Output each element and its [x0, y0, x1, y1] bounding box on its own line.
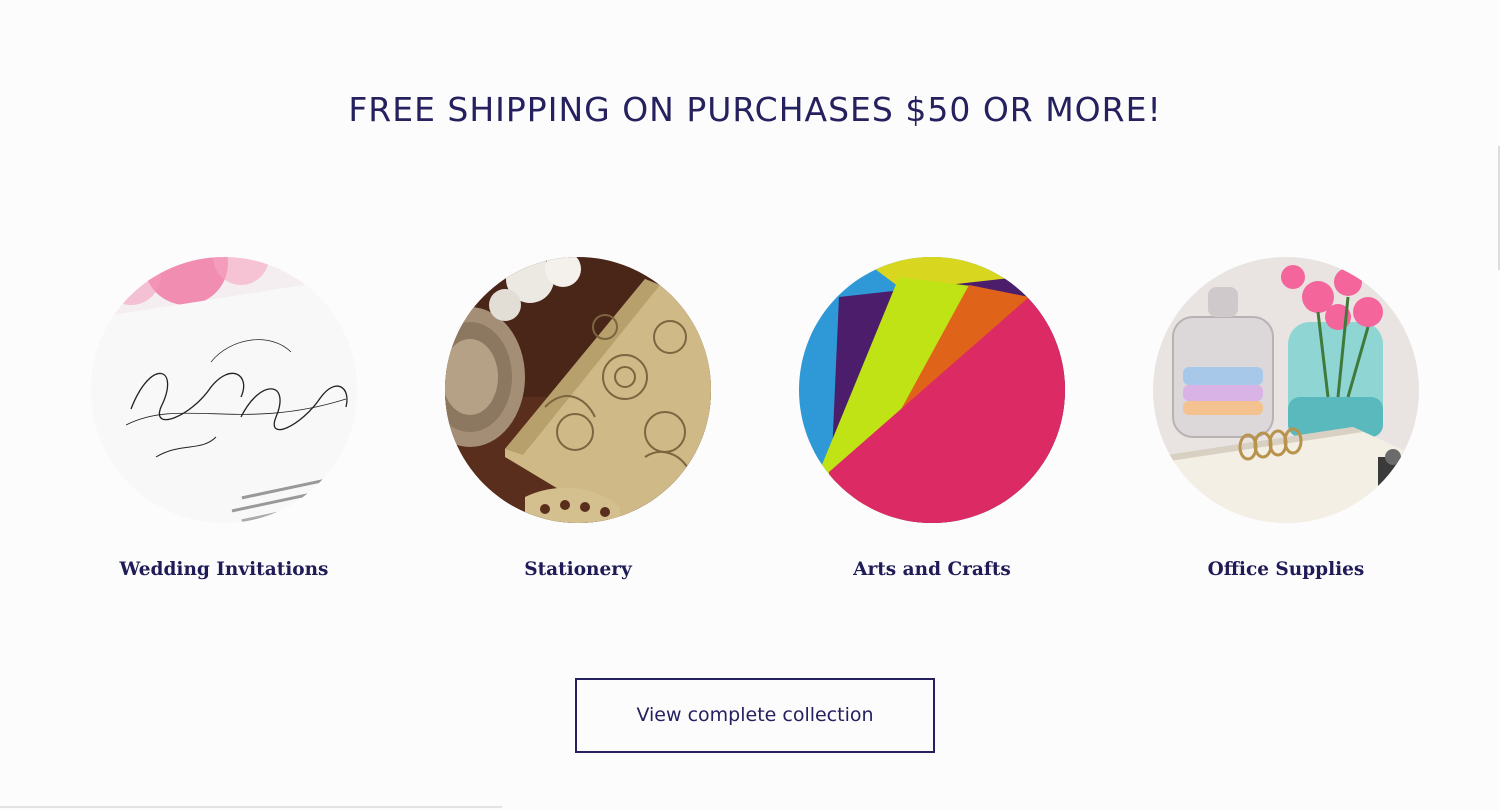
wedding-invitation-card-image — [91, 257, 357, 523]
wedding-invitations-image[interactable] — [91, 257, 357, 523]
category-label-arts-and-crafts[interactable]: Arts and Crafts — [782, 559, 1082, 580]
laser-cut-envelope-image — [445, 257, 711, 523]
view-collection-button[interactable]: View complete collection — [575, 678, 935, 753]
stationery-image[interactable] — [445, 257, 711, 523]
category-office-supplies: Office Supplies — [1136, 257, 1436, 580]
category-label-wedding-invitations[interactable]: Wedding Invitations — [74, 559, 374, 580]
office-supplies-image[interactable] — [1153, 257, 1419, 523]
category-arts-and-crafts: Arts and Crafts — [782, 257, 1082, 580]
arts-and-crafts-image[interactable] — [799, 257, 1065, 523]
bottom-divider — [0, 806, 502, 808]
category-label-stationery[interactable]: Stationery — [428, 559, 728, 580]
planner-and-flowers-image — [1153, 257, 1419, 523]
colored-paper-sheets-image — [799, 257, 1065, 523]
free-shipping-banner: FREE SHIPPING ON PURCHASES $50 OR MORE! — [348, 90, 1162, 129]
category-label-office-supplies[interactable]: Office Supplies — [1136, 559, 1436, 580]
category-wedding-invitations: Wedding Invitations — [74, 257, 374, 580]
category-stationery: Stationery — [428, 257, 728, 580]
